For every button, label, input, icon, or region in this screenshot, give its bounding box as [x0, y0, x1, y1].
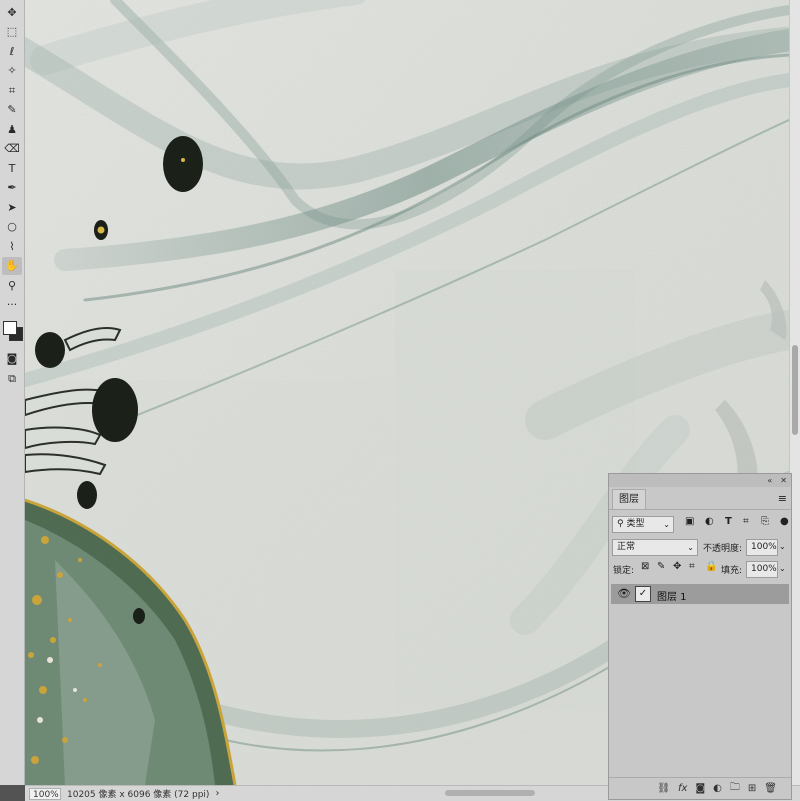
- collapse-icon[interactable]: «: [767, 476, 772, 485]
- layer-row[interactable]: 👁 ✓ 图层 1: [611, 584, 789, 604]
- tools-toolbar: ✥ ⬚ ℓ ✧ ⌗ ✎ ♟ ⌫ T ✒ ➤ ○ ⌇ ✋ ⚲ ··· ◙ ⧉: [0, 0, 25, 785]
- filter-kind-select[interactable]: ⚲ 类型 ⌄: [612, 516, 674, 533]
- opacity-field[interactable]: 100%: [746, 539, 778, 556]
- panel-menu-icon[interactable]: ≡: [778, 492, 787, 505]
- document-info: 10205 像素 x 6096 像素 (72 ppi): [67, 790, 210, 800]
- lock-row: 锁定: ⊠ ✎ ✥ ⌗ 🔒 填充: 100% ⌄: [609, 559, 791, 581]
- filter-type-icon[interactable]: T: [725, 516, 732, 527]
- stamp-icon[interactable]: ♟: [2, 120, 22, 138]
- panel-bottom-bar: ⛓ fx ◙ ◐ 🗀 ⊞ 🗑: [609, 777, 791, 799]
- eyedropper-icon[interactable]: ⌇: [2, 237, 22, 255]
- filter-shape-icon[interactable]: ⌗: [743, 516, 749, 527]
- blend-mode-value: 正常: [617, 542, 636, 552]
- lock-pixels-icon[interactable]: ✎: [657, 561, 665, 572]
- layer-name[interactable]: 图层 1: [657, 588, 687, 603]
- blend-row: 正常 ⌄ 不透明度: 100% ⌄: [609, 537, 791, 559]
- filter-row: ⚲ 类型 ⌄ ▣ ◐ T ⌗ ⎘ ●: [609, 514, 791, 536]
- panel-topbar: « ✕: [609, 474, 791, 487]
- chevron-down-icon: ⌄: [663, 520, 670, 529]
- opacity-label: 不透明度:: [703, 544, 743, 554]
- filter-smart-object-icon[interactable]: ⎘: [761, 516, 769, 527]
- type-icon[interactable]: T: [2, 159, 22, 177]
- link-layers-icon[interactable]: ⛓: [657, 783, 670, 794]
- crop-icon[interactable]: ⌗: [2, 81, 22, 99]
- hand-icon[interactable]: ✋: [2, 256, 22, 275]
- horizontal-scroll-thumb[interactable]: [445, 790, 535, 796]
- screen-mode-icon[interactable]: ⧉: [2, 369, 22, 387]
- fill-label: 填充:: [721, 566, 743, 576]
- status-menu-arrow[interactable]: ›: [215, 788, 219, 799]
- chevron-down-icon[interactable]: ⌄: [779, 542, 786, 551]
- zoom-icon[interactable]: ⚲: [2, 276, 22, 294]
- filter-kind-label: 类型: [626, 519, 645, 529]
- move-icon[interactable]: ✥: [2, 3, 22, 21]
- filter-adjustment-icon[interactable]: ◐: [705, 516, 714, 527]
- lasso-icon[interactable]: ℓ: [2, 42, 22, 60]
- lock-position-icon[interactable]: ✥: [673, 561, 681, 572]
- layer-thumbnail: ✓: [635, 586, 651, 602]
- foreground-color-swatch[interactable]: [3, 321, 17, 335]
- chevron-down-icon: ⌄: [687, 543, 694, 552]
- quick-mask-icon[interactable]: ◙: [2, 349, 22, 367]
- fill-field[interactable]: 100%: [746, 561, 778, 578]
- more-tools-icon[interactable]: ···: [2, 296, 22, 314]
- lock-label: 锁定:: [613, 566, 635, 576]
- fx-icon[interactable]: fx: [678, 783, 687, 794]
- ellipse-icon[interactable]: ○: [2, 218, 22, 236]
- pen-icon[interactable]: ✒: [2, 179, 22, 197]
- magic-wand-icon[interactable]: ✧: [2, 62, 22, 80]
- brush-icon[interactable]: ✎: [2, 101, 22, 119]
- trash-icon[interactable]: 🗑: [764, 783, 777, 794]
- new-layer-icon[interactable]: ⊞: [748, 783, 756, 794]
- lock-all-icon[interactable]: 🔒: [705, 561, 717, 572]
- zoom-level-field[interactable]: 100%: [29, 787, 61, 800]
- tab-layers[interactable]: 图层: [612, 489, 646, 509]
- layers-panel: « ✕ 图层 ≡ ⚲ 类型 ⌄ ▣ ◐ T ⌗ ⎘ ● 正常 ⌄ 不透明度: 1…: [608, 473, 792, 800]
- chevron-down-icon[interactable]: ⌄: [779, 564, 786, 573]
- visibility-eye-icon[interactable]: 👁: [617, 587, 631, 600]
- panel-tab-row: 图层 ≡: [609, 487, 791, 510]
- new-group-icon[interactable]: 🗀: [730, 780, 740, 797]
- adjustment-layer-icon[interactable]: ◐: [713, 783, 722, 794]
- eraser-icon[interactable]: ⌫: [2, 140, 22, 158]
- blend-mode-select[interactable]: 正常 ⌄: [612, 539, 698, 556]
- path-selection-icon[interactable]: ➤: [2, 198, 22, 216]
- filter-pixel-icon[interactable]: ▣: [685, 516, 694, 527]
- vertical-scroll-thumb[interactable]: [792, 345, 798, 435]
- lock-transparent-icon[interactable]: ⊠: [641, 561, 649, 572]
- close-icon[interactable]: ✕: [780, 476, 787, 485]
- lock-artboard-icon[interactable]: ⌗: [689, 561, 695, 572]
- layer-mask-icon[interactable]: ◙: [695, 783, 705, 794]
- marquee-icon[interactable]: ⬚: [2, 23, 22, 41]
- filter-toggle-icon[interactable]: ●: [780, 516, 789, 527]
